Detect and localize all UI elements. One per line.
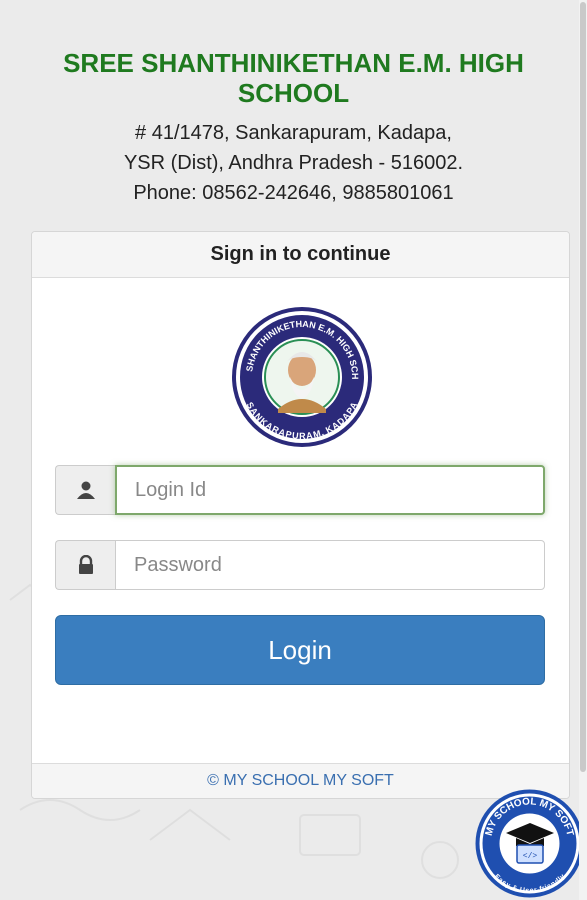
my-school-my-soft-badge: MY SCHOOL MY SOFT Easy & User-friendly <…: [475, 789, 584, 898]
address-line-1: # 41/1478, Sankarapuram, Kadapa,: [135, 122, 452, 144]
school-address: # 41/1478, Sankarapuram, Kadapa, YSR (Di…: [0, 118, 587, 208]
school-logo: SREE SHANTHINIKETHAN E.M. HIGH SCHOOL SA…: [230, 305, 372, 447]
phone-line: Phone: 08562-242646, 9885801061: [133, 182, 454, 204]
scrollbar-thumb[interactable]: [580, 2, 586, 772]
login-button[interactable]: Login: [55, 615, 545, 685]
lock-icon: [55, 540, 115, 590]
password-group: [55, 540, 545, 590]
user-icon: [55, 465, 115, 515]
page-scrollbar[interactable]: [579, 0, 587, 900]
school-header: SREE SHANTHINIKETHAN E.M. HIGH SCHOOL # …: [0, 48, 587, 208]
login-id-group: [55, 465, 545, 515]
panel-heading: Sign in to continue: [32, 232, 569, 278]
login-id-input[interactable]: [115, 465, 545, 515]
address-line-2: YSR (Dist), Andhra Pradesh - 516002.: [123, 152, 464, 174]
footer-link[interactable]: © MY SCHOOL MY SOFT: [207, 772, 394, 789]
login-panel: Sign in to continue SREE SHANTHINIKETHAN…: [31, 231, 570, 799]
school-name: SREE SHANTHINIKETHAN E.M. HIGH SCHOOL: [63, 48, 524, 108]
password-input[interactable]: [115, 540, 545, 590]
svg-text:</>: </>: [523, 852, 538, 861]
